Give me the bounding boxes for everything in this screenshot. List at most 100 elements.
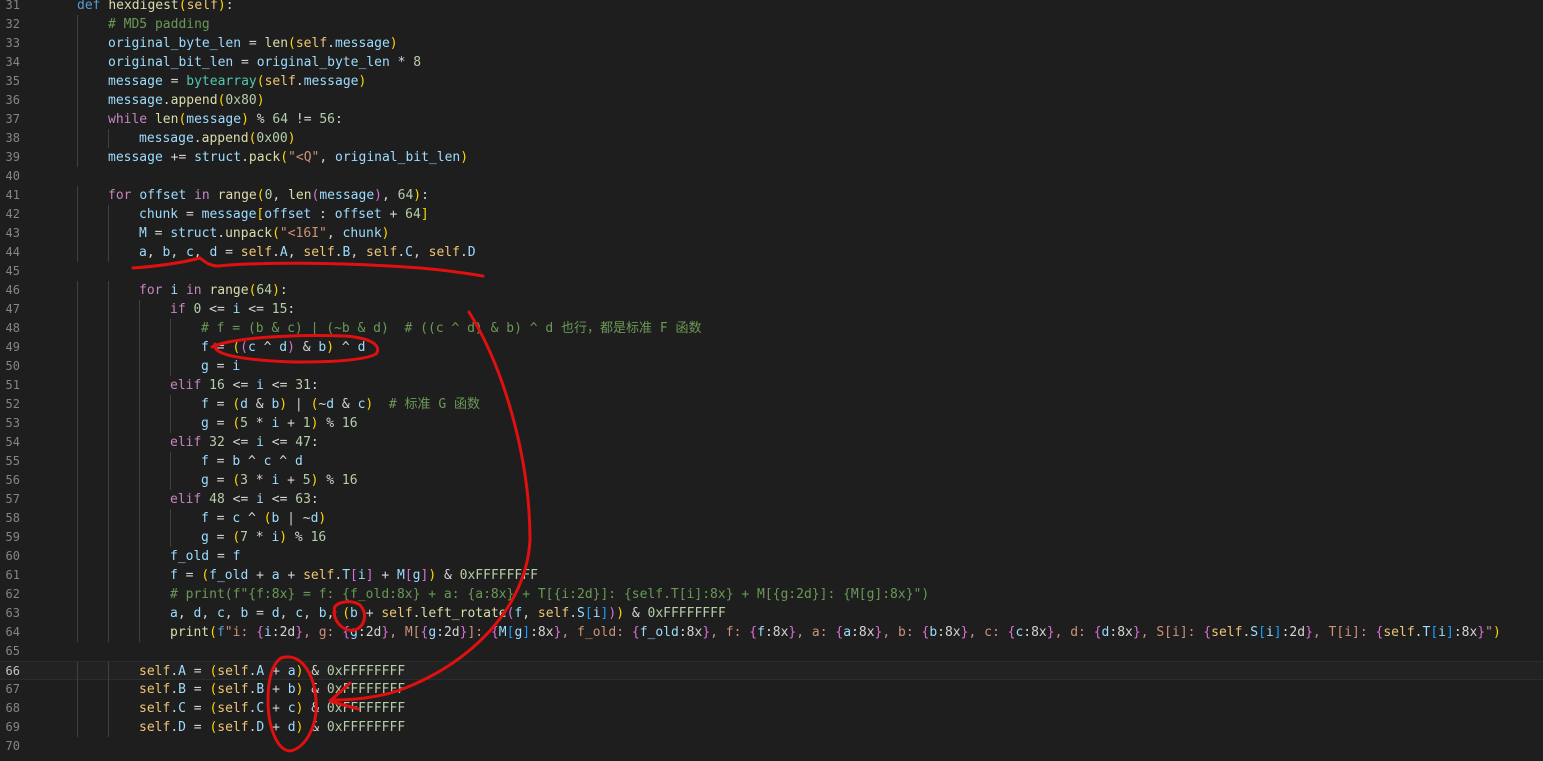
code-editor[interactable]: 31 def hexdigest(self): 32 # MD5 padding 33 o… [0,0,1543,761]
code-token: ( [232,473,241,488]
code-token: self [428,245,460,260]
code-token: & [334,397,358,412]
code-token: ( [209,625,217,640]
code-line[interactable]: 38 message.append(0x00) [0,129,1543,148]
code-line[interactable]: 68 self.C = (self.C + c) & 0xFFFFFFFF [0,699,1543,718]
code-line[interactable]: 58 f = c ^ (b | ~d) [0,509,1543,528]
code-line[interactable]: 70 [0,737,1543,756]
code-token: message [108,150,163,165]
code-line[interactable]: 46 for i in range(64): [0,281,1543,300]
code-line[interactable]: 67 self.B = (self.B + b) & 0xFFFFFFFF [0,680,1543,699]
indent-guide [77,452,78,471]
code-token: , g: [303,625,343,640]
code-line[interactable]: 66 self.A = (self.A + a) & 0xFFFFFFFF [0,661,1543,681]
code-line[interactable]: 39 message += struct.pack("<Q", original_… [0,148,1543,167]
code-token: * [389,55,414,70]
code-line[interactable]: 57 elif 48 <= i <= 63: [0,490,1543,509]
code-line[interactable]: 36 message.append(0x80) [0,91,1543,110]
code-line[interactable]: 55 f = b ^ c ^ d [0,452,1543,471]
code-token: append [170,93,218,108]
indent-guide [108,662,109,681]
line-number: 44 [5,245,20,259]
code-line[interactable]: 63 a, d, c, b = d, c, b, (b + self.left_r… [0,604,1543,623]
code-token: i [256,492,264,507]
code-token: ( [256,188,265,203]
code-line[interactable]: 41 for offset in range(0, len(message), 6… [0,186,1543,205]
code-token: ) [241,112,249,127]
code-token: ) [318,511,327,526]
code-token: self [139,682,171,697]
code-line[interactable]: 64 print(f"i: {i:2d}, g: {g:2d}, M[{g:2d}… [0,623,1543,642]
code-token: S [1250,625,1259,640]
indent-guide [108,699,109,718]
code-token: * [247,530,272,545]
code-token: [ [404,568,413,583]
code-line[interactable]: 59 g = (7 * i) % 16 [0,528,1543,547]
code-line[interactable]: 51 elif 16 <= i <= 31: [0,376,1543,395]
code-token: ( [288,36,296,51]
code-token: g [428,625,437,640]
code-text: g = (7 * i) % 16 [201,528,326,547]
indent-guide [77,718,78,737]
code-line[interactable]: 56 g = (3 * i + 5) % 16 [0,471,1543,490]
code-line[interactable]: 37 while len(message) % 64 != 56: [0,110,1543,129]
code-line[interactable]: 65 [0,642,1543,661]
code-token: & [303,682,327,697]
indent-guide [77,224,78,243]
indent-guide [77,680,78,699]
indent-guide [139,395,140,414]
code-token: | [279,511,303,526]
code-token: ] [522,625,531,640]
code-line[interactable]: 35 message = bytearray(self.message) [0,72,1543,91]
code-token: f [201,397,209,412]
code-token: g [201,359,209,374]
code-token: = [209,549,233,564]
code-line[interactable]: 69 self.D = (self.D + d) & 0xFFFFFFFF [0,718,1543,737]
code-text: g = (3 * i + 5) % 16 [201,471,358,490]
code-line[interactable]: 48 # f = (b & c) | (~b & d) # ((c ^ d) & … [0,319,1543,338]
code-token: ) [608,606,617,621]
code-line[interactable]: 54 elif 32 <= i <= 47: [0,433,1543,452]
code-token: [ [1430,625,1439,640]
code-token: ( [232,530,241,545]
code-token: self [217,720,249,735]
indent-guide [108,376,109,395]
code-line[interactable]: 53 g = (5 * i + 1) % 16 [0,414,1543,433]
code-line[interactable]: 42 chunk = message[offset : offset + 64] [0,205,1543,224]
code-token: ) [279,397,288,412]
code-token: . [217,226,226,241]
code-line[interactable]: 62 # print(f"{f:8x} = f: {f_old:8x} + a: … [0,585,1543,604]
line-number: 35 [5,74,20,88]
code-line[interactable]: 49 f = ((c ^ d) & b) ^ d [0,338,1543,357]
code-line[interactable]: 61 f = (f_old + a + self.T[i] + M[g]) & 0… [0,566,1543,585]
code-token: "<Q" [288,150,320,165]
code-line[interactable]: 44 a, b, c, d = self.A, self.B, self.C, s… [0,243,1543,262]
code-token: , [201,606,217,621]
code-line[interactable]: 32 # MD5 padding [0,15,1543,34]
code-line[interactable]: 40 [0,167,1543,186]
code-line[interactable]: 47 if 0 <= i <= 15: [0,300,1543,319]
indent-guide [77,547,78,566]
code-token: 0xFFFFFFFF [647,606,726,621]
code-token: f_old [639,625,679,640]
indent-guide [108,281,109,300]
code-token: ] [365,568,374,583]
code-token: offset [264,207,312,222]
code-token: = [208,530,233,545]
code-line[interactable]: 31 def hexdigest(self): [0,0,1543,15]
code-token: range [217,188,257,203]
code-token: :2d [436,625,460,640]
indent-guide [77,338,78,357]
code-token: :8x [764,625,789,640]
code-line[interactable]: 60 f_old = f [0,547,1543,566]
code-line[interactable]: 50 g = i [0,357,1543,376]
code-line[interactable]: 45 [0,262,1543,281]
code-line[interactable]: 34 original_bit_len = original_byte_len *… [0,53,1543,72]
code-text: # print(f"{f:8x} = f: {f_old:8x} + a: {a… [170,585,929,604]
code-token: "i: [224,625,257,640]
code-line[interactable]: 52 f = (d & b) | (~d & c) # 标准 G 函数 [0,395,1543,414]
code-line[interactable]: 33 original_byte_len = len(self.message) [0,34,1543,53]
indent-guide [77,376,78,395]
code-line[interactable]: 43 M = struct.unpack("<16I", chunk) [0,224,1543,243]
code-token: 0xFFFFFFFF [326,701,406,716]
